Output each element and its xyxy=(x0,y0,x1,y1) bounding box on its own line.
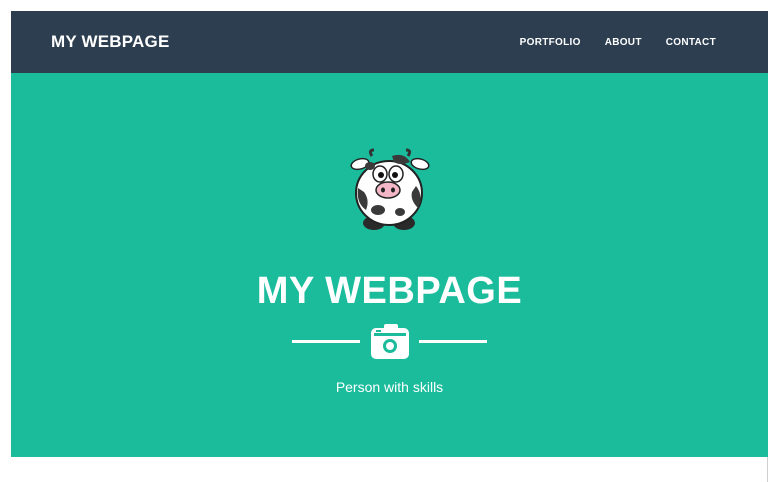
hero-subtitle: Person with skills xyxy=(335,379,444,395)
nav-links: PORTFOLIO ABOUT CONTACT xyxy=(520,11,716,73)
nav-link-about[interactable]: ABOUT xyxy=(605,37,642,48)
title-divider xyxy=(292,321,487,361)
divider-line-right xyxy=(419,340,487,343)
hero-title: MY WEBPAGE xyxy=(256,270,523,312)
page-frame: MY WEBPAGE PORTFOLIO ABOUT CONTACT MY WE… xyxy=(11,11,768,457)
nav-link-contact[interactable]: CONTACT xyxy=(666,37,716,48)
camera-icon xyxy=(371,324,409,359)
nav-link-portfolio[interactable]: PORTFOLIO xyxy=(520,37,581,48)
page-edge xyxy=(767,457,768,482)
brand-link[interactable]: MY WEBPAGE xyxy=(51,11,170,73)
hero-section: MY WEBPAGE Person with skills xyxy=(11,73,768,457)
divider-line-left xyxy=(292,340,360,343)
cow-icon xyxy=(350,148,430,230)
navbar: MY WEBPAGE PORTFOLIO ABOUT CONTACT xyxy=(11,11,768,73)
